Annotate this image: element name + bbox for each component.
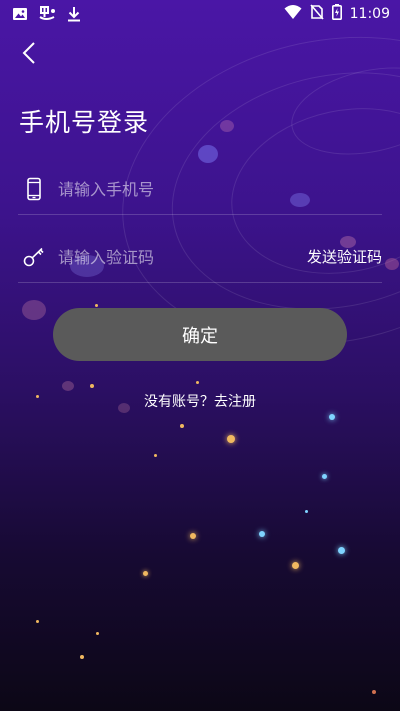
star: [338, 547, 345, 554]
star: [96, 632, 99, 635]
star: [95, 304, 98, 307]
battery-charging-icon: [331, 4, 342, 24]
phone-input[interactable]: [58, 175, 378, 203]
chevron-left-icon: [22, 41, 36, 69]
phone-icon: [22, 177, 46, 201]
code-field-row: 发送验证码: [18, 232, 382, 283]
star: [259, 531, 265, 537]
star: [80, 655, 84, 659]
app-notification-icon: [38, 5, 56, 27]
nebula-dot: [385, 258, 399, 270]
nebula-dot: [62, 381, 74, 391]
nebula-dot: [198, 145, 218, 163]
star: [154, 454, 157, 457]
code-input[interactable]: [58, 243, 288, 271]
back-button[interactable]: [14, 40, 44, 70]
star: [227, 435, 235, 443]
star: [190, 533, 196, 539]
star: [305, 510, 308, 513]
image-icon: [12, 6, 28, 26]
star: [180, 424, 184, 428]
star: [90, 384, 94, 388]
nebula-dot: [22, 300, 46, 320]
page-title: 手机号登录: [19, 108, 150, 137]
download-icon: [66, 6, 82, 26]
nebula-dot: [220, 120, 234, 132]
star: [322, 474, 327, 479]
phone-field-row: [18, 164, 382, 215]
star: [36, 620, 39, 623]
send-code-button[interactable]: 发送验证码: [307, 246, 382, 267]
star: [196, 381, 199, 384]
wifi-icon: [284, 4, 302, 24]
star: [329, 414, 335, 420]
star: [372, 690, 376, 694]
status-bar: 11:09: [0, 0, 400, 28]
status-time: 11:09: [349, 6, 390, 22]
register-link[interactable]: 没有账号？去注册: [0, 391, 400, 411]
no-sim-icon: [310, 4, 324, 24]
login-screen: 11:09 手机号登录 发送验证码 确定 没有账号？去注册: [0, 0, 400, 711]
key-icon: [22, 245, 46, 269]
confirm-button[interactable]: 确定: [53, 308, 347, 361]
star: [292, 562, 299, 569]
star: [143, 571, 148, 576]
